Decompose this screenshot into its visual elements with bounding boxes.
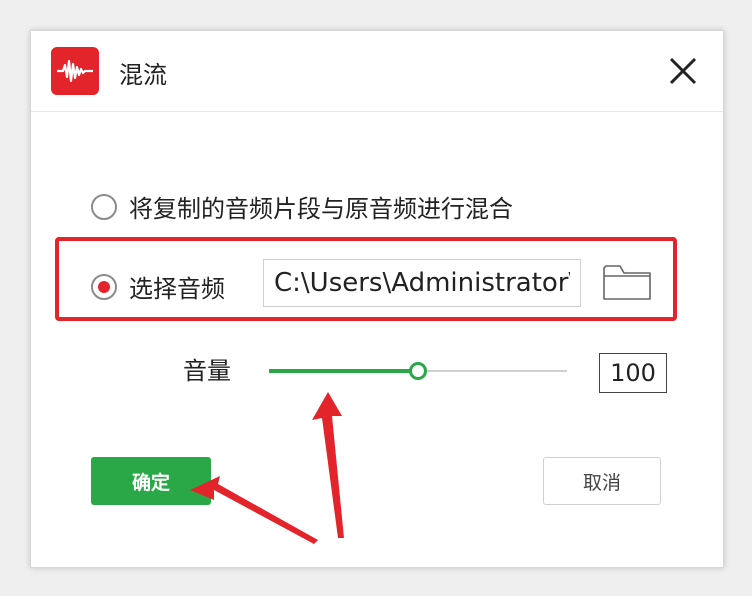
title-bar: 混流 (31, 31, 723, 112)
slider-thumb[interactable] (409, 362, 427, 380)
select-audio-radio[interactable] (91, 273, 117, 300)
close-icon[interactable] (665, 53, 701, 89)
audio-path-input[interactable] (263, 259, 581, 307)
mix-dialog: 混流 将复制的音频片段与原音频进行混合 选择音频 音量 确定 取消 (30, 30, 724, 568)
ok-button[interactable]: 确定 (91, 457, 211, 505)
mix-original-label: 将复制的音频片段与原音频进行混合 (129, 195, 513, 223)
slider-fill (269, 369, 418, 373)
select-audio-label: 选择音频 (129, 275, 225, 303)
option-mix-original[interactable]: 将复制的音频片段与原音频进行混合 (91, 189, 513, 224)
volume-label: 音量 (183, 357, 231, 385)
volume-slider[interactable] (269, 361, 567, 381)
radio-selected-dot (98, 280, 110, 293)
mix-original-radio[interactable] (91, 193, 117, 220)
option-select-audio[interactable]: 选择音频 (91, 269, 225, 304)
folder-icon[interactable] (599, 257, 655, 305)
waveform-icon (51, 47, 99, 95)
volume-value-input[interactable] (599, 353, 667, 393)
cancel-button[interactable]: 取消 (543, 457, 661, 505)
dialog-title: 混流 (119, 61, 167, 89)
